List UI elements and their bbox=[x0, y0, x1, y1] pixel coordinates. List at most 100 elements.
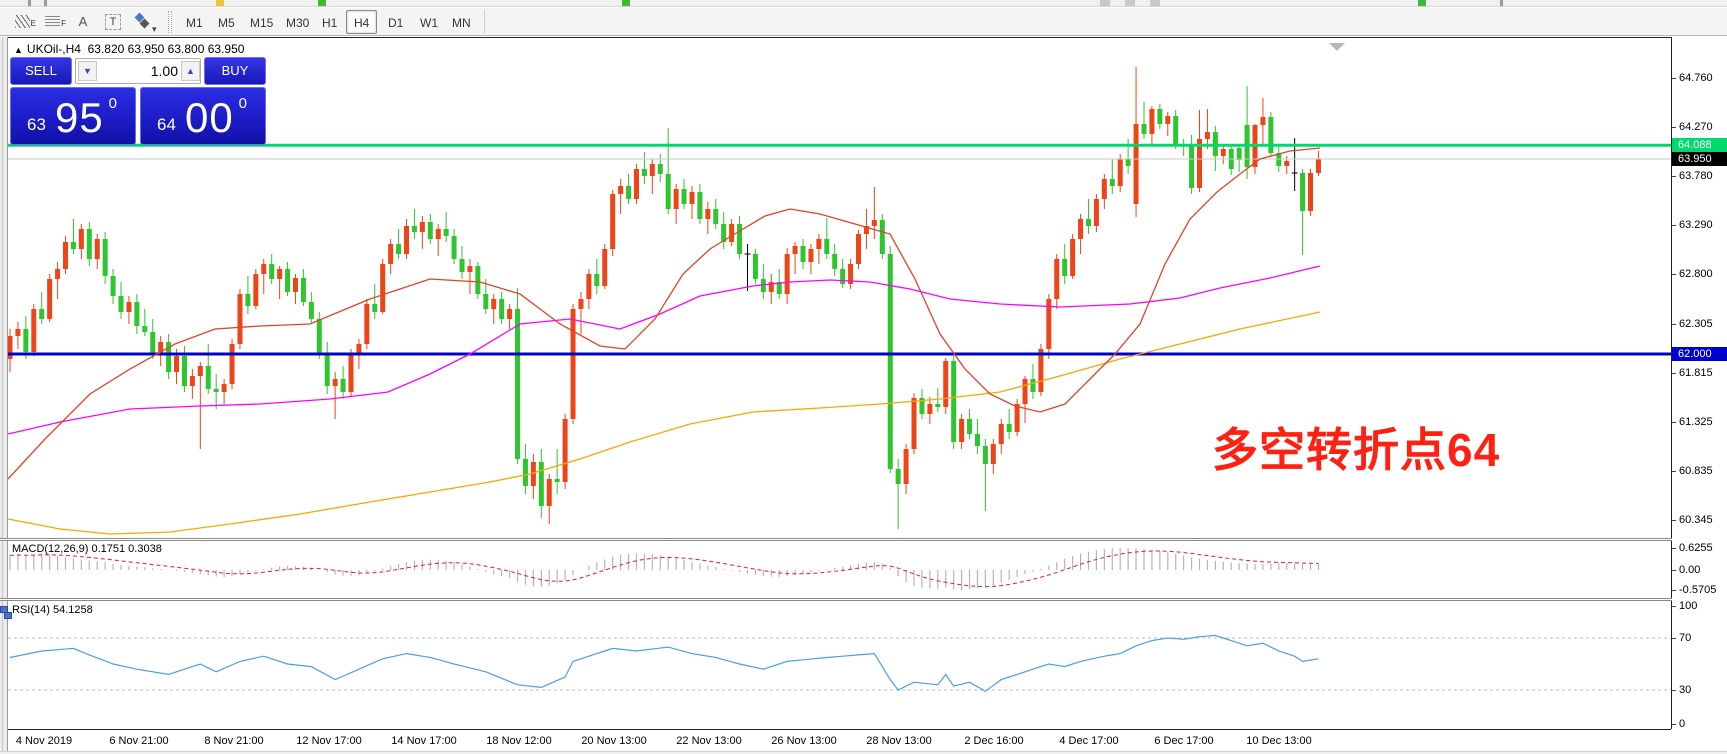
candle-body bbox=[499, 299, 504, 319]
candle-body bbox=[396, 244, 401, 254]
timeframe-button-m15[interactable]: M15 bbox=[242, 10, 281, 34]
clipped-icon bbox=[622, 0, 630, 6]
time-tick-label: 22 Nov 13:00 bbox=[676, 735, 741, 747]
candle-body bbox=[618, 186, 623, 194]
candle-body bbox=[832, 254, 837, 269]
candle-body bbox=[1062, 259, 1067, 276]
channel-tool-icon[interactable]: E bbox=[12, 11, 34, 33]
axis-tick-mark bbox=[1672, 638, 1676, 639]
candle-body bbox=[729, 224, 734, 242]
candle-body bbox=[539, 462, 544, 506]
candle-body bbox=[753, 254, 758, 279]
candle-body bbox=[705, 209, 710, 219]
price-badge: 64.088 bbox=[1672, 138, 1727, 152]
candle-body bbox=[1268, 117, 1273, 153]
timeframe-button-w1[interactable]: W1 bbox=[412, 10, 446, 34]
sell-button[interactable]: SELL bbox=[10, 57, 72, 85]
candle-body bbox=[523, 459, 528, 486]
price-tick-label: 61.325 bbox=[1679, 416, 1713, 428]
candle-body bbox=[801, 246, 806, 262]
object-list-icon[interactable] bbox=[0, 606, 13, 621]
price-axis[interactable]: 64.76064.27063.78063.29062.80062.30561.8… bbox=[1672, 37, 1727, 729]
candle-body bbox=[8, 336, 13, 359]
panel-separator-macd[interactable] bbox=[0, 538, 1727, 541]
time-tick-label: 2 Dec 16:00 bbox=[964, 735, 1023, 747]
rsi-panel-canvas[interactable] bbox=[8, 601, 1671, 729]
candle-body bbox=[872, 220, 877, 226]
candle-body bbox=[586, 274, 591, 299]
candle-body bbox=[269, 264, 274, 279]
volume-decrease-button[interactable]: ▼ bbox=[78, 61, 97, 81]
candle-body bbox=[689, 192, 694, 204]
candle-body bbox=[237, 294, 242, 344]
candle-body bbox=[55, 269, 60, 279]
candle-body bbox=[31, 309, 36, 352]
candle-body bbox=[983, 446, 988, 464]
buy-button[interactable]: BUY bbox=[204, 57, 266, 85]
arrows-tool-icon[interactable]: ▾ bbox=[132, 11, 154, 33]
candle-body bbox=[1260, 117, 1265, 125]
candle-body bbox=[1070, 239, 1075, 276]
candle-body bbox=[222, 384, 227, 392]
sell-price-display[interactable]: 63950 bbox=[10, 87, 136, 145]
rsi-label: RSI(14) 54.1258 bbox=[12, 604, 93, 616]
candle-body bbox=[1237, 148, 1242, 160]
candle-body bbox=[63, 242, 68, 269]
fibonacci-tool-icon[interactable]: F bbox=[42, 11, 64, 33]
candle-body bbox=[404, 226, 409, 254]
panel-separator-rsi[interactable] bbox=[0, 598, 1727, 601]
axis-tick-mark bbox=[1672, 225, 1676, 226]
volume-input[interactable] bbox=[98, 60, 180, 82]
window-left-frame bbox=[0, 37, 8, 754]
text-label-tool-icon[interactable]: T bbox=[102, 11, 124, 33]
candle-body bbox=[1189, 146, 1194, 188]
candle-body bbox=[1157, 109, 1162, 124]
candle-body bbox=[87, 229, 92, 259]
ma-red-line bbox=[8, 148, 1320, 479]
macd-signal-line bbox=[10, 551, 1318, 587]
macd-tick-label: 0.6255 bbox=[1679, 542, 1713, 554]
candle-body bbox=[991, 444, 996, 464]
candle-body bbox=[658, 164, 663, 174]
timeframe-button-h4[interactable]: H4 bbox=[346, 10, 377, 34]
price-tick-label: 63.290 bbox=[1679, 219, 1713, 231]
price-tick-label: 60.835 bbox=[1679, 465, 1713, 477]
candle-body bbox=[563, 419, 568, 482]
candle-body bbox=[412, 226, 417, 232]
candle-body bbox=[47, 279, 52, 319]
price-tick-label: 64.760 bbox=[1679, 72, 1713, 84]
candle-body bbox=[150, 332, 155, 354]
timeframe-button-d1[interactable]: D1 bbox=[380, 10, 411, 34]
candle-body bbox=[341, 379, 346, 392]
price-badge: 62.000 bbox=[1672, 347, 1727, 361]
price-badge: 63.950 bbox=[1672, 152, 1727, 166]
candle-body bbox=[1134, 124, 1139, 204]
timeframe-button-mn[interactable]: MN bbox=[444, 10, 479, 34]
candle-body bbox=[642, 169, 647, 176]
buy-price-display[interactable]: 64000 bbox=[140, 87, 266, 145]
text-tool-icon[interactable]: A bbox=[72, 11, 94, 33]
volume-increase-button[interactable]: ▲ bbox=[181, 61, 200, 81]
time-tick-label: 4 Nov 2019 bbox=[16, 735, 72, 747]
candle-body bbox=[682, 189, 687, 204]
candle-body bbox=[309, 302, 314, 319]
timeframe-button-m5[interactable]: M5 bbox=[210, 10, 243, 34]
macd-panel-canvas[interactable] bbox=[8, 541, 1671, 598]
timeframe-button-m1[interactable]: M1 bbox=[178, 10, 211, 34]
axis-tick-mark bbox=[1672, 78, 1676, 79]
candle-body bbox=[856, 234, 861, 264]
candle-body bbox=[301, 278, 306, 302]
candle-body bbox=[547, 479, 552, 506]
candle-body bbox=[293, 278, 298, 292]
timeframe-button-h1[interactable]: H1 bbox=[314, 10, 345, 34]
axis-tick-mark bbox=[1672, 471, 1676, 472]
time-tick-label: 6 Dec 17:00 bbox=[1154, 735, 1213, 747]
time-axis[interactable]: 4 Nov 20196 Nov 21:008 Nov 21:0012 Nov 1… bbox=[8, 729, 1671, 751]
candle-body bbox=[1300, 173, 1305, 211]
timeframe-button-m30[interactable]: M30 bbox=[278, 10, 317, 34]
candle-body bbox=[103, 239, 108, 276]
clipped-icon bbox=[1500, 0, 1503, 6]
axis-tick-mark bbox=[1672, 274, 1676, 275]
candle-body bbox=[904, 449, 909, 484]
candle-body bbox=[555, 479, 560, 482]
